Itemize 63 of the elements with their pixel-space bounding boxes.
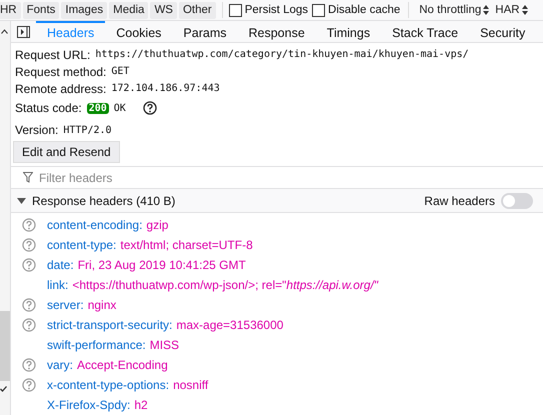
field-value: GET [111, 66, 130, 78]
field-value: 172.104.186.97:443 [111, 83, 220, 94]
checkmark-icon [0, 386, 7, 392]
field-label: Remote address: [15, 82, 106, 96]
header-value: MISS [150, 338, 180, 352]
header-name: vary: [47, 358, 74, 372]
tab[interactable]: Security [469, 21, 536, 42]
tab[interactable]: Stack Trace [381, 21, 470, 42]
header-name: content-type: [47, 238, 116, 252]
header-value: <https://thuthuatwp.com/wp-json/>; rel="https://api.w.org/" [72, 278, 378, 292]
header-name: server: [47, 298, 84, 312]
header-name: date: [47, 258, 74, 272]
filter-icon [23, 172, 33, 184]
filter-field[interactable]: Filter headers [37, 170, 543, 186]
raw-headers-toggle[interactable] [501, 192, 533, 209]
header-value: max-age=31536000 [176, 318, 284, 332]
filter-button[interactable]: Other [178, 2, 216, 18]
scrollbar-thumb[interactable] [0, 311, 10, 381]
collapse-arrow-icon[interactable] [17, 198, 26, 204]
checkbox[interactable] [228, 4, 242, 16]
field-value: https://thuthuatwp.com/category/tin-khuyen-mai/khuyen-mai-vps/ [95, 49, 469, 60]
header-value: h2 [134, 398, 148, 412]
filter-button[interactable]: HR [0, 2, 21, 18]
header-value: Accept-Encoding [77, 358, 168, 372]
checkbox-option[interactable]: Persist Logs [228, 4, 308, 16]
caret-up-icon [1, 29, 8, 34]
tab[interactable]: Cookies [105, 21, 172, 42]
field-label: Status code: [15, 101, 82, 116]
header-name: link: [47, 278, 68, 292]
header-name: X-Firefox-Spdy: [47, 398, 130, 412]
dropdown[interactable]: No throttling [419, 4, 490, 16]
header-value: gzip [146, 218, 168, 232]
sidebar-toggle-icon[interactable] [17, 26, 30, 38]
dropdown[interactable]: HAR [495, 4, 528, 16]
toggle-label: Raw headers [424, 194, 495, 208]
filter-button[interactable]: Media [109, 2, 148, 18]
filter-button[interactable]: WS [150, 2, 177, 18]
field-value: HTTP/2.0 [63, 124, 112, 136]
section-title: Response headers (410 B) [32, 194, 176, 208]
checkbox-option[interactable]: Disable cache [312, 4, 400, 16]
checkbox[interactable] [312, 4, 326, 16]
tab[interactable]: Timings [316, 21, 382, 42]
edit-and-resend-button[interactable]: Edit and Resend [13, 141, 120, 164]
tab[interactable]: Response [238, 21, 316, 42]
filter-button[interactable]: Fonts [22, 2, 60, 18]
sort-arrows-icon [483, 5, 490, 15]
help-icon[interactable] [142, 101, 157, 116]
status-badge: 200 [86, 102, 109, 114]
field-label: Version: [15, 123, 58, 138]
header-name: swift-performance: [47, 338, 146, 352]
header-name: x-content-type-options: [47, 378, 170, 392]
tab[interactable]: Params [172, 21, 238, 42]
header-value: nosniff [173, 378, 208, 392]
field-label: Request method: [15, 64, 106, 79]
header-name: strict-transport-security: [47, 318, 172, 332]
header-value: text/html; charset=UTF-8 [120, 238, 253, 252]
header-name: content-encoding: [47, 218, 142, 232]
status-text: OK [114, 102, 126, 114]
header-value: Fri, 23 Aug 2019 10:41:25 GMT [78, 258, 246, 272]
header-value: nginx [88, 298, 116, 312]
field-label: Request URL: [15, 48, 90, 62]
sort-arrows-icon [522, 5, 528, 15]
filter-button[interactable]: Images [61, 2, 108, 18]
